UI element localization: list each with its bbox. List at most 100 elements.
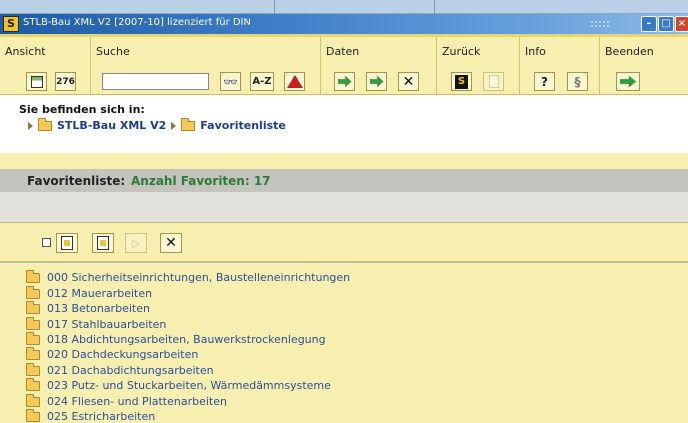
folder-icon — [26, 377, 40, 391]
list-item-label: 025 Estricharbeiten — [47, 410, 156, 423]
folder-icon — [181, 117, 196, 131]
import-arrow-icon — [337, 75, 352, 88]
favorites-list: 000 Sicherheitseinrichtungen, Baustellen… — [0, 263, 688, 423]
delete-icon: ✕ — [402, 73, 415, 90]
app-icon: S — [3, 16, 19, 32]
toolbar-group-suche: Suche 👓 A-Z — [91, 37, 321, 95]
list-item[interactable]: 017 Stahlbauarbeiten — [26, 316, 167, 332]
page-icon — [61, 236, 73, 250]
toolbar-group-info: Info ? § — [520, 37, 600, 95]
group-label-ansicht: Ansicht — [5, 45, 46, 58]
back-s-button[interactable]: S — [451, 72, 472, 91]
export-button[interactable] — [366, 72, 387, 91]
breadcrumb-path: STLB-Bau XML V2 Favoritenliste — [28, 117, 286, 132]
chevron-right-icon — [28, 121, 33, 130]
toolbar-group-zurueck: Zurück S — [437, 37, 520, 95]
folder-icon — [26, 331, 40, 345]
list-item-label: 023 Putz- und Stuckarbeiten, Wärmedämmsy… — [47, 379, 331, 392]
folder-icon — [26, 316, 40, 330]
back-doc-button[interactable] — [483, 72, 504, 91]
edit-favorite-button[interactable] — [92, 233, 114, 253]
background-window-strip — [0, 0, 688, 14]
list-item[interactable]: 000 Sicherheitseinrichtungen, Baustellen… — [26, 269, 351, 285]
warning-button[interactable] — [284, 72, 305, 91]
window-title: STLB-Bau XML V2 [2007-10] lizenziert für… — [23, 17, 251, 28]
open-favorite-button[interactable] — [56, 233, 78, 253]
info-button[interactable]: § — [567, 72, 588, 91]
group-label-beenden: Beenden — [605, 45, 654, 58]
remove-favorite-button[interactable]: ✕ — [160, 233, 182, 253]
app-window: S STLB-Bau XML V2 [2007-10] lizenziert f… — [0, 0, 688, 423]
minimize-button[interactable]: – — [641, 16, 657, 32]
group-label-info: Info — [525, 45, 546, 58]
toolbar: Ansicht 276 Suche 👓 A-Z Daten ✕ Zurück S… — [0, 34, 688, 95]
breadcrumb-item-favoritenliste[interactable]: Favoritenliste — [200, 119, 286, 132]
breadcrumb: Sie befinden sich in: STLB-Bau XML V2 Fa… — [0, 95, 688, 153]
question-icon: ? — [541, 74, 548, 89]
az-index-button[interactable]: A-Z — [250, 72, 274, 91]
group-label-zurueck: Zurück — [442, 45, 481, 58]
folder-icon — [26, 393, 40, 407]
folder-icon — [26, 285, 40, 299]
list-item-label: 024 Fliesen- und Plattenarbeiten — [47, 395, 227, 408]
list-item[interactable]: 023 Putz- und Stuckarbeiten, Wärmedämmsy… — [26, 377, 331, 393]
list-item-label: 000 Sicherheitseinrichtungen, Baustellen… — [47, 271, 351, 284]
list-item[interactable]: 018 Abdichtungsarbeiten, Bauwerkstrocken… — [26, 331, 326, 347]
toolbar-group-daten: Daten ✕ — [321, 37, 437, 95]
exit-icon — [620, 75, 636, 88]
view-tree-button[interactable] — [26, 72, 47, 91]
chevron-right-icon — [171, 121, 177, 130]
az-icon: A-Z — [252, 76, 272, 87]
group-label-suche: Suche — [96, 45, 130, 58]
list-item[interactable]: 024 Fliesen- und Plattenarbeiten — [26, 393, 227, 409]
titlebar-decoration — [590, 20, 610, 28]
forward-button[interactable]: ▷ — [125, 233, 147, 253]
list-item-label: 020 Dachdeckungsarbeiten — [47, 348, 199, 361]
list-item-label: 021 Dachabdichtungsarbeiten — [47, 364, 214, 377]
number-icon: 276 — [56, 76, 75, 87]
favorites-header: Favoritenliste: Anzahl Favoriten: 17 — [0, 169, 688, 192]
import-button[interactable] — [334, 72, 355, 91]
maximize-button[interactable]: □ — [658, 16, 674, 32]
favorites-count: Anzahl Favoriten: 17 — [131, 174, 271, 188]
favorites-subheader — [0, 192, 688, 222]
separator-band — [0, 153, 688, 169]
export-arrow-icon — [369, 75, 384, 88]
list-item-label: 012 Mauerarbeiten — [47, 287, 153, 300]
folder-icon — [26, 362, 40, 376]
delete-button[interactable]: ✕ — [398, 72, 419, 91]
group-label-daten: Daten — [326, 45, 360, 58]
info-icon: § — [574, 74, 581, 89]
favorites-title: Favoritenliste: — [27, 174, 126, 188]
breadcrumb-item-root[interactable]: STLB-Bau XML V2 — [57, 119, 166, 132]
s-logo-icon: S — [455, 74, 468, 89]
delete-icon: ✕ — [165, 235, 177, 251]
folder-icon — [26, 269, 40, 283]
title-bar[interactable]: S STLB-Bau XML V2 [2007-10] lizenziert f… — [0, 14, 688, 34]
warning-icon — [286, 75, 303, 88]
document-icon — [488, 75, 499, 88]
list-item[interactable]: 025 Estricharbeiten — [26, 408, 156, 423]
exit-button[interactable] — [616, 72, 640, 91]
help-button[interactable]: ? — [534, 72, 555, 91]
forward-icon: ▷ — [131, 236, 141, 250]
view-number-button[interactable]: 276 — [55, 72, 76, 91]
search-button[interactable]: 👓 — [220, 72, 241, 91]
list-item[interactable]: 012 Mauerarbeiten — [26, 285, 153, 301]
folder-icon — [26, 300, 40, 314]
search-input[interactable] — [102, 73, 209, 90]
list-item-label: 018 Abdichtungsarbeiten, Bauwerkstrocken… — [47, 333, 326, 346]
binoculars-icon: 👓 — [223, 74, 238, 89]
toolbar-group-ansicht: Ansicht 276 — [0, 37, 91, 95]
list-item[interactable]: 020 Dachdeckungsarbeiten — [26, 346, 199, 362]
favorites-actions: ▷ ✕ — [0, 222, 688, 262]
list-item-label: 013 Betonarbeiten — [47, 302, 150, 315]
list-item[interactable]: 013 Betonarbeiten — [26, 300, 150, 316]
list-item-label: 017 Stahlbauarbeiten — [47, 318, 167, 331]
folder-icon — [26, 346, 40, 360]
list-item[interactable]: 021 Dachabdichtungsarbeiten — [26, 362, 214, 378]
close-button[interactable]: × — [675, 16, 688, 32]
select-all-checkbox[interactable] — [42, 238, 51, 247]
tree-view-icon — [30, 75, 43, 88]
page-edit-icon — [97, 236, 109, 250]
